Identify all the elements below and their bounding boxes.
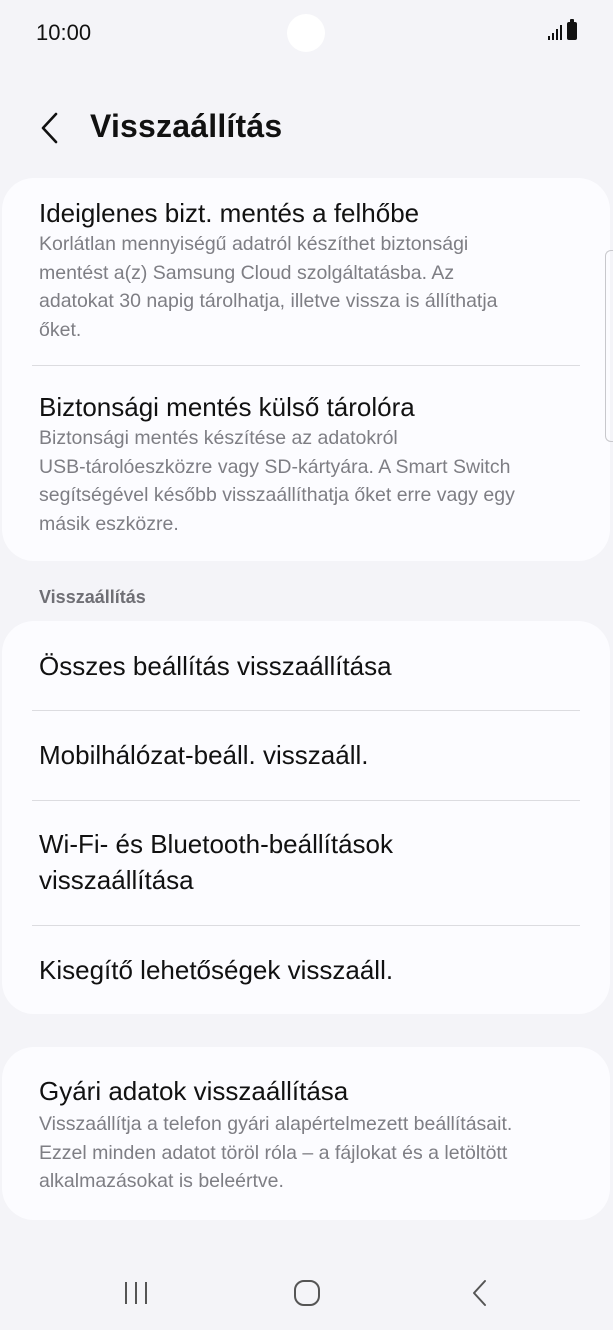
cloud-backup-title: Ideiglenes bizt. mentés a felhőbe [39, 198, 420, 228]
factory-reset-item[interactable]: Gyári adatok visszaállítása Visszaállítj… [2, 1047, 610, 1220]
reset-accessibility-label: Kisegítő lehetőségek visszaáll. [39, 955, 394, 985]
external-backup-description: Biztonsági mentés készítése az adatokról… [39, 427, 515, 535]
home-button[interactable] [277, 1268, 337, 1318]
external-backup-title: Biztonsági mentés külső tárolóra [39, 392, 415, 422]
factory-reset-description: Visszaállítja a telefon gyári alapértelm… [39, 1113, 513, 1192]
reset-options-card: Összes beállítás visszaállítása Mobilhál… [2, 621, 610, 1014]
status-time: 10:00 [36, 20, 92, 45]
battery-icon [567, 19, 577, 40]
app-header: Visszaállítás [0, 100, 613, 156]
reset-mobile-network-item[interactable]: Mobilhálózat-beáll. visszaáll. [2, 711, 610, 800]
chevron-left-icon [41, 112, 58, 144]
reset-mobile-network-label: Mobilhálózat-beáll. visszaáll. [39, 740, 369, 770]
reset-wifi-bluetooth-label: Wi-Fi- és Bluetooth-beállítások visszaál… [39, 829, 394, 895]
backup-card: Ideiglenes bizt. mentés a felhőbe Korlát… [2, 178, 610, 561]
factory-reset-title: Gyári adatok visszaállítása [39, 1076, 349, 1106]
reset-wifi-bluetooth-item[interactable]: Wi-Fi- és Bluetooth-beállítások visszaál… [2, 801, 610, 925]
status-bar: 10:00 [0, 0, 613, 66]
external-backup-item[interactable]: Biztonsági mentés külső tárolóra Biztons… [2, 366, 610, 561]
signal-icon [548, 24, 562, 40]
phone-screen: 10:00 Visszaállítás Ideiglenes bizt. men… [0, 0, 613, 1330]
nav-back-button[interactable] [450, 1268, 510, 1318]
page-title: Visszaállítás [90, 108, 283, 144]
section-label-reset: Visszaállítás [39, 587, 146, 607]
nav-back-icon [473, 1280, 486, 1306]
cloud-backup-description: Korlátlan mennyiségű adatról készíthet b… [39, 233, 498, 341]
status-icons [548, 19, 577, 40]
reset-all-settings-label: Összes beállítás visszaállítása [39, 651, 392, 681]
reset-all-settings-item[interactable]: Összes beállítás visszaállítása [2, 621, 610, 711]
camera-cutout [287, 14, 325, 52]
navigation-bar [0, 1262, 613, 1324]
recents-icon [125, 1282, 147, 1304]
factory-reset-card: Gyári adatok visszaállítása Visszaállítj… [2, 1047, 610, 1220]
back-button[interactable] [28, 106, 72, 150]
home-icon [294, 1280, 320, 1306]
reset-accessibility-item[interactable]: Kisegítő lehetőségek visszaáll. [2, 926, 610, 1014]
recents-button[interactable] [106, 1268, 166, 1318]
scrollbar[interactable] [605, 250, 613, 442]
cloud-backup-item[interactable]: Ideiglenes bizt. mentés a felhőbe Korlát… [2, 178, 610, 368]
